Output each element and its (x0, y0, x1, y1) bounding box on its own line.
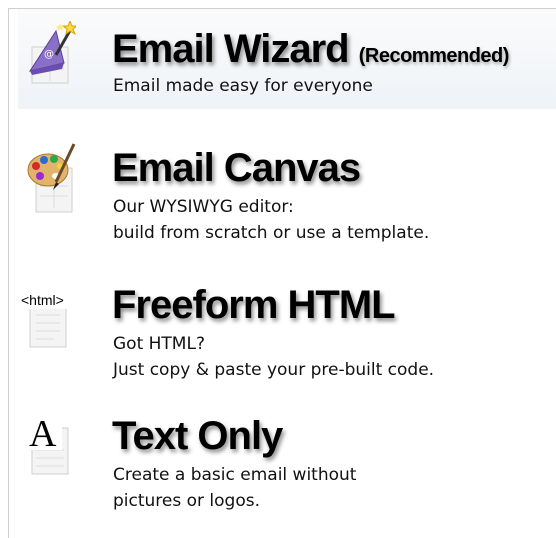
description-line: Our WYSIWYG editor: (113, 197, 294, 217)
title-text: Email Canvas (112, 146, 361, 190)
option-title: Freeform HTML (112, 283, 396, 327)
html-tag-label: <html> (21, 292, 64, 308)
description-line: Got HTML? (113, 334, 205, 354)
svg-text:@: @ (44, 49, 54, 60)
description-line: pictures or logos. (113, 491, 261, 511)
option-description: Create a basic email without pictures or… (113, 462, 356, 514)
option-title: Text Only (112, 414, 283, 458)
html-document-icon: <html> (20, 283, 80, 348)
email-type-panel: @ Email Wizard (Recommended) Email made … (8, 8, 556, 538)
description-line: Email made easy for everyone (113, 76, 373, 96)
title-text: Text Only (112, 414, 283, 458)
option-description: Got HTML? Just copy & paste your pre-bui… (113, 331, 434, 383)
title-text: Email Wizard (112, 27, 350, 71)
option-description: Our WYSIWYG editor: build from scratch o… (113, 194, 429, 246)
option-freeform-html[interactable]: <html> Freeform HTML Got HTML? Just copy… (18, 265, 556, 385)
description-line: Create a basic email without (113, 465, 357, 485)
paint-palette-icon (26, 142, 76, 213)
text-document-icon: A (26, 410, 76, 475)
recommended-tag: (Recommended) (358, 45, 510, 67)
letter-a-glyph: A (29, 413, 57, 455)
description-line: Just copy & paste your pre-built code. (113, 360, 435, 380)
option-title: Email Canvas (112, 146, 361, 190)
option-email-wizard[interactable]: @ Email Wizard (Recommended) Email made … (18, 9, 556, 109)
wizard-hat-icon: @ (26, 21, 76, 84)
description-line: build from scratch or use a template. (113, 223, 430, 243)
option-text-only[interactable]: A Text Only Create a basic email without… (18, 394, 556, 524)
option-email-canvas[interactable]: Email Canvas Our WYSIWYG editor: build f… (18, 134, 556, 254)
option-description: Email made easy for everyone (113, 73, 373, 99)
option-title: Email Wizard (Recommended) (112, 29, 509, 69)
title-text: Freeform HTML (112, 283, 396, 327)
